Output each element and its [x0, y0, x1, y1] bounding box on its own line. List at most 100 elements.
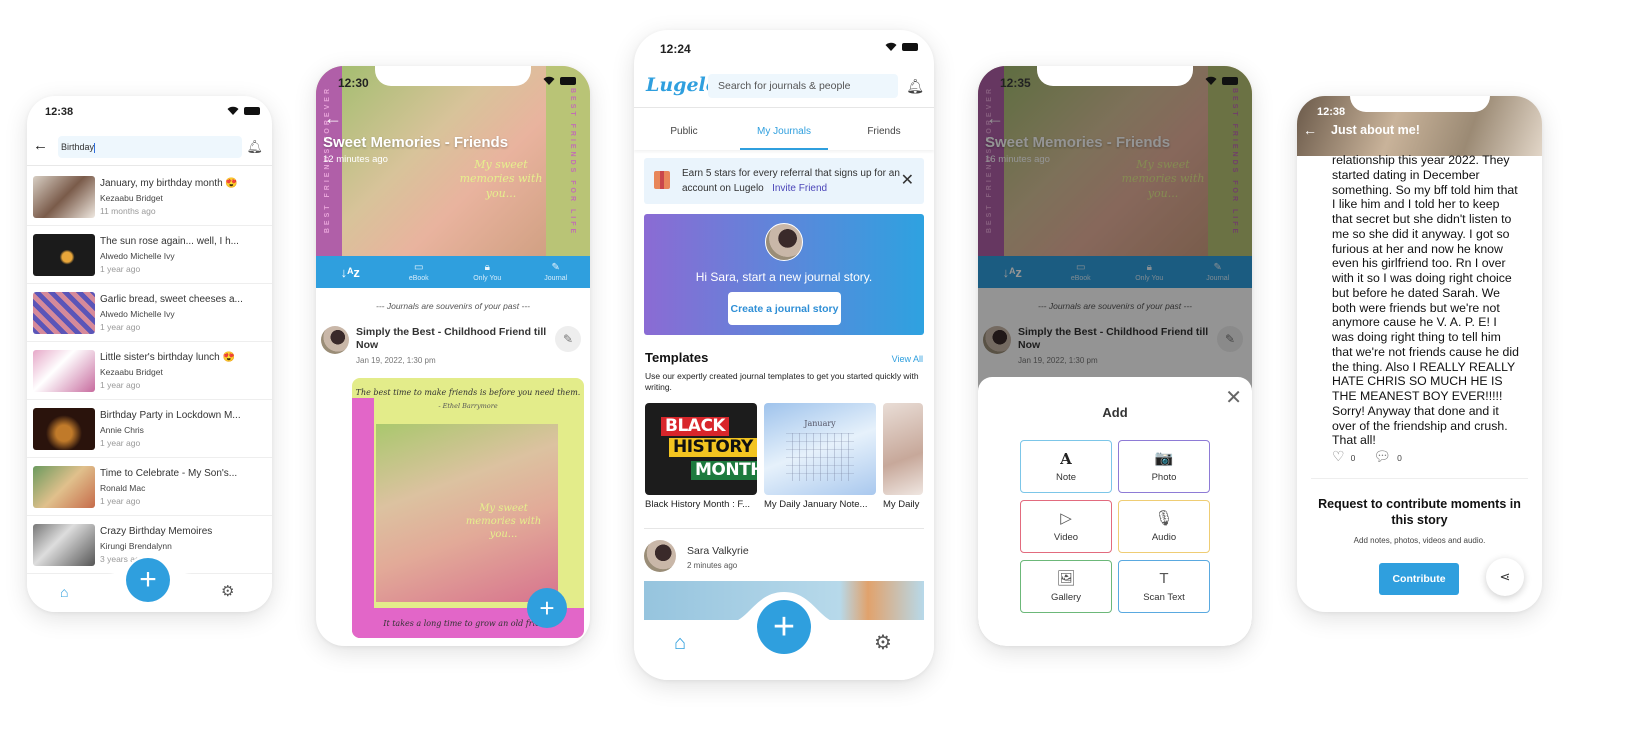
template-art-text: BLACK — [661, 417, 730, 436]
comment-button[interactable]: 💬︎ 0 — [1373, 448, 1402, 465]
card-quote-author: - Ethel Barrymore — [438, 402, 498, 410]
search-result-item[interactable]: Little sister's birthday lunch 😍 Kezaabu … — [27, 342, 272, 400]
reactions-bar: ♡ 0 💬︎ 0 — [1332, 448, 1402, 465]
microphone-icon: 🎙 — [1154, 510, 1174, 527]
add-option-video[interactable]: ▷ Video — [1020, 500, 1112, 553]
avatar — [321, 326, 349, 354]
tab-my-journals[interactable]: My Journals — [740, 110, 828, 150]
bell-icon[interactable]: 🔔︎ — [246, 139, 263, 155]
contribute-button[interactable]: Contribute — [1379, 563, 1459, 595]
card-quote: The best time to make friends is before … — [355, 388, 581, 397]
contribute-heading: Request to contribute moments in this st… — [1318, 497, 1521, 528]
search-input[interactable]: Birthday — [58, 136, 242, 158]
view-all-link[interactable]: View All — [892, 354, 923, 364]
battery-icon — [560, 76, 576, 85]
template-art-text: January — [804, 419, 836, 428]
battery-icon — [902, 42, 918, 51]
close-icon[interactable]: ✕ — [901, 170, 914, 190]
invite-friend-link[interactable]: Invite Friend — [772, 183, 827, 194]
search-result-item[interactable]: Garlic bread, sweet cheeses a... Alwedo M… — [27, 284, 272, 342]
pen-icon: ✎ — [551, 262, 560, 273]
result-thumbnail — [33, 234, 95, 276]
bell-icon[interactable]: 🔔︎ — [906, 78, 924, 95]
sort-az-button[interactable]: ↓ᴬz — [316, 256, 385, 288]
status-time: 12:38 — [1317, 106, 1346, 118]
edit-pencil-button[interactable]: ✎ — [555, 326, 581, 352]
add-option-scan-text[interactable]: T Scan Text — [1118, 560, 1210, 613]
result-title: Crazy Birthday Memoires — [100, 526, 213, 537]
journal-entry[interactable]: Simply the Best - Childhood Friend till … — [321, 324, 585, 374]
add-bottom-sheet: ✕ Add A Note 📷 Photo ▷ Video 🎙 Audio 🖼 Gallery T Sc… — [978, 377, 1252, 646]
template-card[interactable] — [883, 403, 923, 495]
privacy-button[interactable]: 🔒︎ Only You — [453, 256, 522, 288]
add-option-note[interactable]: A Note — [1020, 440, 1112, 493]
post-time: 2 minutes ago — [687, 561, 738, 570]
contribute-subtitle: Add notes, photos, videos and audio. — [1353, 536, 1486, 545]
cover-script-text: My sweet memories with you... — [459, 158, 543, 200]
add-fab-button[interactable]: + — [757, 600, 811, 654]
templates-heading: Templates — [645, 350, 709, 365]
home-icon[interactable]: ⌂ — [674, 632, 686, 655]
phone-search-results: 12:38 ← Birthday 🔔︎ January, my birthday… — [27, 96, 272, 612]
ebook-button[interactable]: ▭ eBook — [385, 256, 454, 288]
entry-title: Simply the Best - Childhood Friend till … — [356, 326, 547, 352]
gear-icon[interactable]: ⚙ — [874, 630, 892, 655]
sheet-title: Add — [1102, 405, 1128, 420]
gear-icon[interactable]: ⚙ — [221, 582, 234, 600]
phone-journal-detail: 12:30 BEST FRIENDS FOREVER BEST FRIENDS … — [316, 66, 590, 646]
result-date: 11 months ago — [100, 206, 156, 216]
result-author: Kirungi Brendalynn — [100, 541, 172, 551]
sort-az-icon: ↓ᴬz — [340, 264, 360, 280]
gallery-icon: 🖼 — [1056, 570, 1076, 587]
back-arrow-icon[interactable]: ← — [324, 108, 342, 129]
template-card[interactable]: BLACK HISTORY MONTH — [645, 403, 757, 495]
add-fab-button[interactable]: + — [126, 558, 170, 602]
journal-button[interactable]: ✎ Journal — [522, 256, 591, 288]
new-story-promo: Hi Sara, start a new journal story. Crea… — [644, 214, 924, 335]
template-card[interactable]: January — [764, 403, 876, 495]
like-button[interactable]: ♡ 0 — [1332, 448, 1355, 465]
search-result-item[interactable]: Time to Celebrate - My Son's... Ronald Ma… — [27, 458, 272, 516]
result-date: 1 year ago — [100, 496, 141, 506]
heart-icon: ♡ — [1332, 448, 1345, 464]
add-option-audio[interactable]: 🎙 Audio — [1118, 500, 1210, 553]
template-caption: My Daily January Note... — [764, 499, 868, 510]
add-option-photo[interactable]: 📷 Photo — [1118, 440, 1210, 493]
like-count: 0 — [1350, 453, 1356, 463]
journal-title: Sweet Memories - Friends — [323, 134, 509, 151]
templates-description: Use our expertly created journal templat… — [645, 371, 919, 393]
share-button[interactable]: ⋖ — [1486, 558, 1524, 596]
home-icon[interactable]: ⌂ — [60, 584, 68, 600]
cover-right-text: BEST FRIENDS FOR LIFE — [569, 88, 576, 237]
search-input[interactable]: Search for journals & people — [708, 74, 898, 98]
story-body: relationship this year 2022. They starte… — [1332, 153, 1519, 448]
wifi-icon — [227, 106, 239, 115]
card-photo-text: My sweet memories with you... — [465, 503, 542, 540]
poster-name: Sara Valkyrie — [687, 545, 749, 557]
tab-public[interactable]: Public — [644, 110, 724, 150]
add-fab-button[interactable]: + — [527, 588, 567, 628]
wifi-icon — [885, 42, 897, 51]
result-author: Alwedo Michelle Ivy — [100, 309, 175, 319]
search-result-item[interactable]: Birthday Party in Lockdown M... Annie Chr… — [27, 400, 272, 458]
status-bar: 12:35 — [978, 66, 1252, 106]
result-date: 1 year ago — [100, 438, 141, 448]
search-result-item[interactable]: The sun rose again... well, I h... Alwedo… — [27, 226, 272, 284]
journal-toolbar: ↓ᴬz ▭ eBook 🔒︎ Only You ✎ Journal — [316, 256, 590, 288]
template-caption: My Daily — [883, 499, 920, 510]
tagline: --- Journals are souvenirs of your past … — [376, 301, 530, 311]
search-result-item[interactable]: January, my birthday month 😍 Kezaabu Brid… — [27, 168, 272, 226]
result-date: 1 year ago — [100, 264, 141, 274]
book-icon: ▭ — [414, 262, 424, 273]
wifi-icon — [1205, 76, 1217, 85]
tab-friends[interactable]: Friends — [844, 110, 924, 150]
add-option-gallery[interactable]: 🖼 Gallery — [1020, 560, 1112, 613]
result-title: Time to Celebrate - My Son's... — [100, 468, 238, 479]
text-a-icon: A — [1060, 450, 1072, 468]
battery-icon — [1222, 76, 1238, 85]
divider — [1311, 478, 1528, 479]
scan-text-icon: T — [1159, 570, 1169, 587]
add-option-label: Photo — [1151, 472, 1177, 483]
back-arrow-icon[interactable]: ← — [33, 137, 48, 154]
create-journal-story-button[interactable]: Create a journal story — [728, 292, 841, 325]
